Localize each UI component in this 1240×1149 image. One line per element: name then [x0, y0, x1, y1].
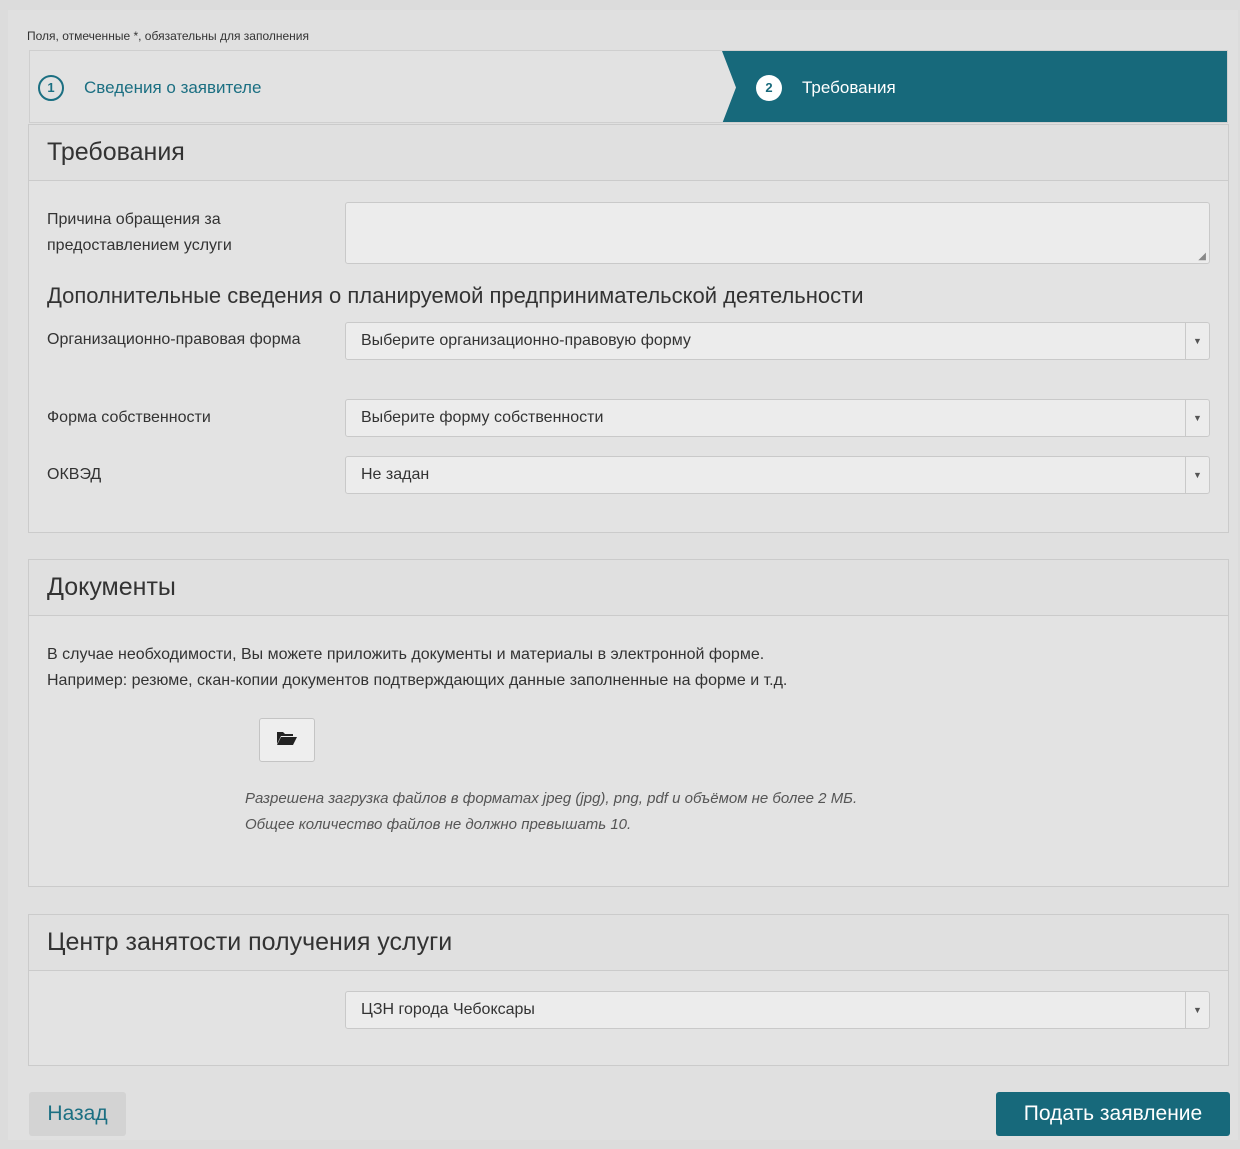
upload-hint-line-1: Разрешена загрузка файлов в форматах jpe… — [245, 790, 858, 807]
folder-open-icon — [276, 730, 298, 751]
ownership-select[interactable]: Выберите форму собственности ▼ — [345, 399, 1210, 437]
upload-hint-line-2: Общее количество файлов не должно превыш… — [245, 816, 632, 833]
required-note: Поля, отмеченные *, обязательны для запо… — [27, 29, 310, 43]
org-form-label: Организационно-правовая форма — [47, 331, 301, 348]
ownership-value: Выберите форму собственности — [361, 409, 604, 426]
chevron-down-icon: ▼ — [1185, 400, 1209, 436]
requirements-title: Требования — [29, 125, 1228, 181]
reason-label: Причина обращения за предоставлением усл… — [47, 211, 232, 254]
documents-description: В случае необходимости, Вы можете прилож… — [47, 642, 787, 694]
back-button[interactable]: Назад — [29, 1092, 126, 1136]
documents-panel: Документы В случае необходимости, Вы мож… — [28, 559, 1229, 887]
wizard-steps: 1 Сведения о заявителе 2 Требования — [29, 50, 1228, 123]
chevron-down-icon: ▼ — [1185, 323, 1209, 359]
step-number-2: 2 — [756, 74, 782, 101]
ownership-label: Форма собственности — [47, 409, 211, 426]
okved-value: Не задан — [361, 466, 430, 483]
employment-center-value: ЦЗН города Чебоксары — [361, 1001, 535, 1018]
resize-handle-icon[interactable]: ◢ — [1198, 251, 1206, 262]
okved-label: ОКВЭД — [47, 466, 102, 483]
step-applicant-info[interactable]: 1 Сведения о заявителе — [30, 51, 262, 122]
chevron-down-icon: ▼ — [1185, 992, 1209, 1028]
step-label-1: Сведения о заявителе — [84, 77, 262, 97]
upload-hint: Разрешена загрузка файлов в форматах jpe… — [245, 786, 857, 838]
documents-text-line-1: В случае необходимости, Вы можете прилож… — [47, 646, 765, 663]
employment-center-panel: Центр занятости получения услуги ЦЗН гор… — [28, 914, 1229, 1066]
chevron-down-icon: ▼ — [1185, 457, 1209, 493]
reason-textarea[interactable]: ◢ — [345, 202, 1210, 264]
org-form-select[interactable]: Выберите организационно-правовую форму ▼ — [345, 322, 1210, 360]
step-number-1: 1 — [38, 74, 64, 101]
org-form-value: Выберите организационно-правовую форму — [361, 332, 691, 349]
employment-center-select[interactable]: ЦЗН города Чебоксары ▼ — [345, 991, 1210, 1029]
requirements-panel: Требования Причина обращения за предоста… — [28, 124, 1229, 533]
submit-application-button[interactable]: Подать заявление — [996, 1092, 1230, 1136]
upload-file-button[interactable] — [259, 718, 315, 762]
documents-title: Документы — [29, 560, 1228, 616]
additional-info-subheading: Дополнительные сведения о планируемой пр… — [47, 283, 864, 308]
okved-select[interactable]: Не задан ▼ — [345, 456, 1210, 494]
step-label-2: Требования — [802, 77, 896, 97]
documents-text-line-2: Например: резюме, скан-копии документов … — [47, 672, 788, 689]
employment-center-title: Центр занятости получения услуги — [29, 915, 1228, 971]
step-requirements[interactable]: 2 Требования — [722, 51, 1227, 122]
